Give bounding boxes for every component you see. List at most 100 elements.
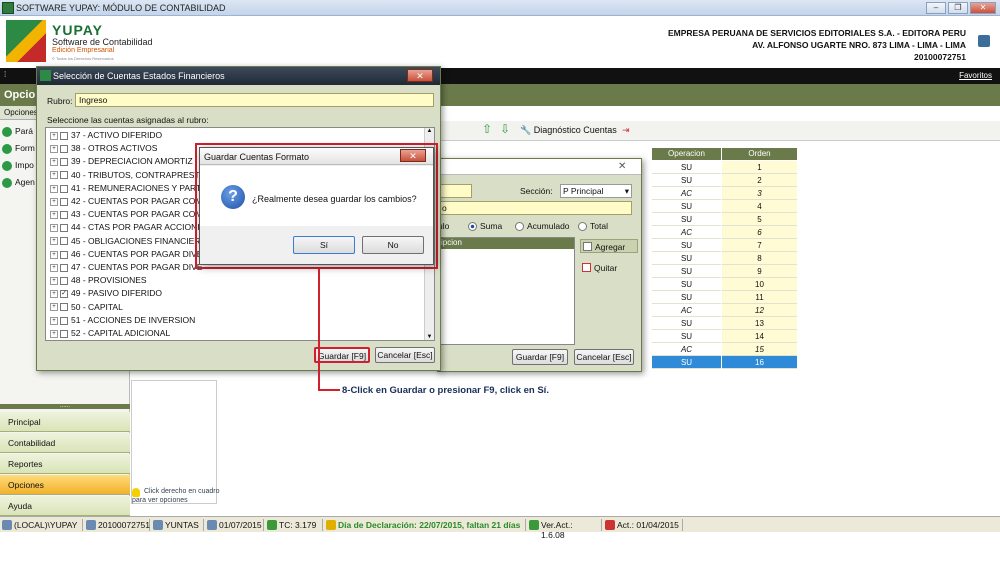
tree-node[interactable]: +50 - CAPITAL [50, 302, 123, 312]
table-cell-operacion[interactable]: SU [652, 174, 721, 187]
nav-opciones[interactable]: Opciones [0, 475, 130, 495]
close-button[interactable]: ✕ [970, 2, 996, 14]
confirm-no-button[interactable]: No [362, 236, 424, 254]
checkbox[interactable] [60, 197, 68, 206]
table-cell-operacion[interactable]: SU [652, 265, 721, 278]
radio-total[interactable]: Total [578, 221, 608, 232]
scroll-down-icon[interactable]: ▼ [425, 334, 434, 340]
tree-node[interactable]: +46 - CUENTAS POR PAGAR DIVE [50, 249, 202, 259]
table-cell-orden[interactable]: 4 [722, 200, 797, 213]
table-cell-operacion[interactable]: AC [652, 343, 721, 356]
expand-icon[interactable]: + [50, 276, 58, 285]
rubro-cancel-button[interactable]: Cancelar [Esc] [574, 349, 634, 365]
expand-icon[interactable]: + [50, 329, 58, 338]
expand-icon[interactable]: + [50, 263, 58, 272]
option-item-2[interactable]: Form [2, 143, 35, 154]
tree-node[interactable]: +52 - CAPITAL ADICIONAL [50, 328, 170, 338]
scroll-up-icon[interactable]: ▲ [425, 128, 434, 134]
tree-node[interactable]: +42 - CUENTAS POR PAGAR COM [50, 196, 202, 206]
checkbox[interactable] [60, 316, 68, 325]
table-cell-orden[interactable]: 3 [722, 187, 797, 200]
table-cell-orden[interactable]: 8 [722, 252, 797, 265]
table-cell-operacion[interactable]: AC [652, 226, 721, 239]
table-cell-orden[interactable]: 7 [722, 239, 797, 252]
radio-acumulado[interactable]: Acumulado [515, 221, 570, 232]
tree-panel[interactable] [131, 380, 217, 504]
checkbox[interactable] [60, 250, 68, 259]
confirm-yes-button[interactable]: Sí [293, 236, 355, 254]
checkbox[interactable]: ✓ [60, 290, 68, 299]
restore-button[interactable]: ❐ [948, 2, 968, 14]
table-cell-orden[interactable]: 16 [722, 356, 797, 369]
checkbox[interactable] [60, 144, 68, 153]
diagnostic-button[interactable]: 🔧 Diagnóstico Cuentas [520, 125, 617, 136]
column-header-operacion[interactable]: Operacion [652, 148, 721, 160]
expand-icon[interactable]: + [50, 184, 58, 193]
expand-icon[interactable]: + [50, 250, 58, 259]
table-cell-operacion[interactable]: SU [652, 278, 721, 291]
nav-principal[interactable]: Principal [0, 412, 130, 432]
tree-node[interactable]: +39 - DEPRECIACION AMORTIZ [50, 156, 193, 166]
expand-icon[interactable]: + [50, 224, 58, 233]
tree-node[interactable]: +37 - ACTIVO DIFERIDO [50, 130, 162, 140]
expand-icon[interactable]: + [50, 171, 58, 180]
rubro-field[interactable]: Ingreso [75, 93, 434, 107]
confirm-close-button[interactable]: ✕ [400, 149, 426, 162]
table-cell-operacion[interactable]: SU [652, 252, 721, 265]
table-cell-operacion[interactable]: SU [652, 356, 721, 369]
dialog-close-button[interactable]: ✕ [407, 69, 433, 82]
minimize-button[interactable]: – [926, 2, 946, 14]
option-item-3[interactable]: Impo [2, 160, 34, 171]
table-cell-orden[interactable]: 14 [722, 330, 797, 343]
expand-icon[interactable]: + [50, 131, 58, 140]
code-field[interactable] [438, 184, 472, 198]
table-cell-orden[interactable]: 13 [722, 317, 797, 330]
checkbox[interactable] [60, 210, 68, 219]
seccion-select[interactable]: P Principal ▾ [560, 184, 632, 198]
table-cell-operacion[interactable]: SU [652, 213, 721, 226]
table-cell-orden[interactable]: 11 [722, 291, 797, 304]
tree-node[interactable]: +43 - CUENTAS POR PAGAR COM [50, 209, 202, 219]
table-cell-operacion[interactable]: SU [652, 330, 721, 343]
table-cell-orden[interactable]: 2 [722, 174, 797, 187]
table-cell-operacion[interactable]: SU [652, 239, 721, 252]
tree-node[interactable]: +45 - OBLIGACIONES FINANCIERA [50, 236, 206, 246]
checkbox[interactable] [60, 224, 68, 233]
table-cell-orden[interactable]: 9 [722, 265, 797, 278]
expand-icon[interactable]: + [50, 303, 58, 312]
table-cell-orden[interactable]: 10 [722, 278, 797, 291]
option-item-4[interactable]: Agen [2, 177, 35, 188]
exit-icon[interactable]: ⇥ [622, 125, 630, 136]
tree-node[interactable]: +44 - CTAS POR PAGAR ACCIONI [50, 222, 200, 232]
tree-node[interactable]: +41 - REMUNERACIONES Y PART [50, 183, 201, 193]
account-cancel-button[interactable]: Cancelar [Esc] [375, 347, 435, 363]
table-cell-orden[interactable]: 12 [722, 304, 797, 317]
expand-icon[interactable]: + [50, 210, 58, 219]
arrow-up-icon[interactable]: ⇧ [482, 122, 492, 136]
table-cell-operacion[interactable]: SU [652, 200, 721, 213]
nav-ayuda[interactable]: Ayuda [0, 496, 130, 516]
checkbox[interactable] [60, 329, 68, 338]
agregar-button[interactable]: Agregar [580, 239, 638, 253]
nav-reportes[interactable]: Reportes [0, 454, 130, 474]
expand-icon[interactable]: + [50, 290, 58, 299]
checkbox[interactable] [60, 158, 68, 167]
tree-node[interactable]: +38 - OTROS ACTIVOS [50, 143, 157, 153]
quitar-button[interactable]: Quitar [580, 261, 638, 275]
expand-icon[interactable]: + [50, 144, 58, 153]
expand-icon[interactable]: + [50, 237, 58, 246]
arrow-down-icon[interactable]: ⇩ [500, 122, 510, 136]
nav-contabilidad[interactable]: Contabilidad [0, 433, 130, 453]
tree-node[interactable]: + ✓ 49 - PASIVO DIFERIDO [50, 288, 162, 298]
checkbox[interactable] [60, 131, 68, 140]
expand-icon[interactable]: + [50, 158, 58, 167]
table-cell-orden[interactable]: 1 [722, 161, 797, 174]
table-cell-operacion[interactable]: SU [652, 161, 721, 174]
tree-node[interactable]: +51 - ACCIONES DE INVERSION [50, 315, 195, 325]
tree-node[interactable]: +48 - PROVISIONES [50, 275, 147, 285]
radio-suma[interactable]: Suma [468, 221, 502, 232]
checkbox[interactable] [60, 303, 68, 312]
table-cell-operacion[interactable]: SU [652, 317, 721, 330]
checkbox[interactable] [60, 171, 68, 180]
rubro-save-button[interactable]: Guardar [F9] [512, 349, 568, 365]
